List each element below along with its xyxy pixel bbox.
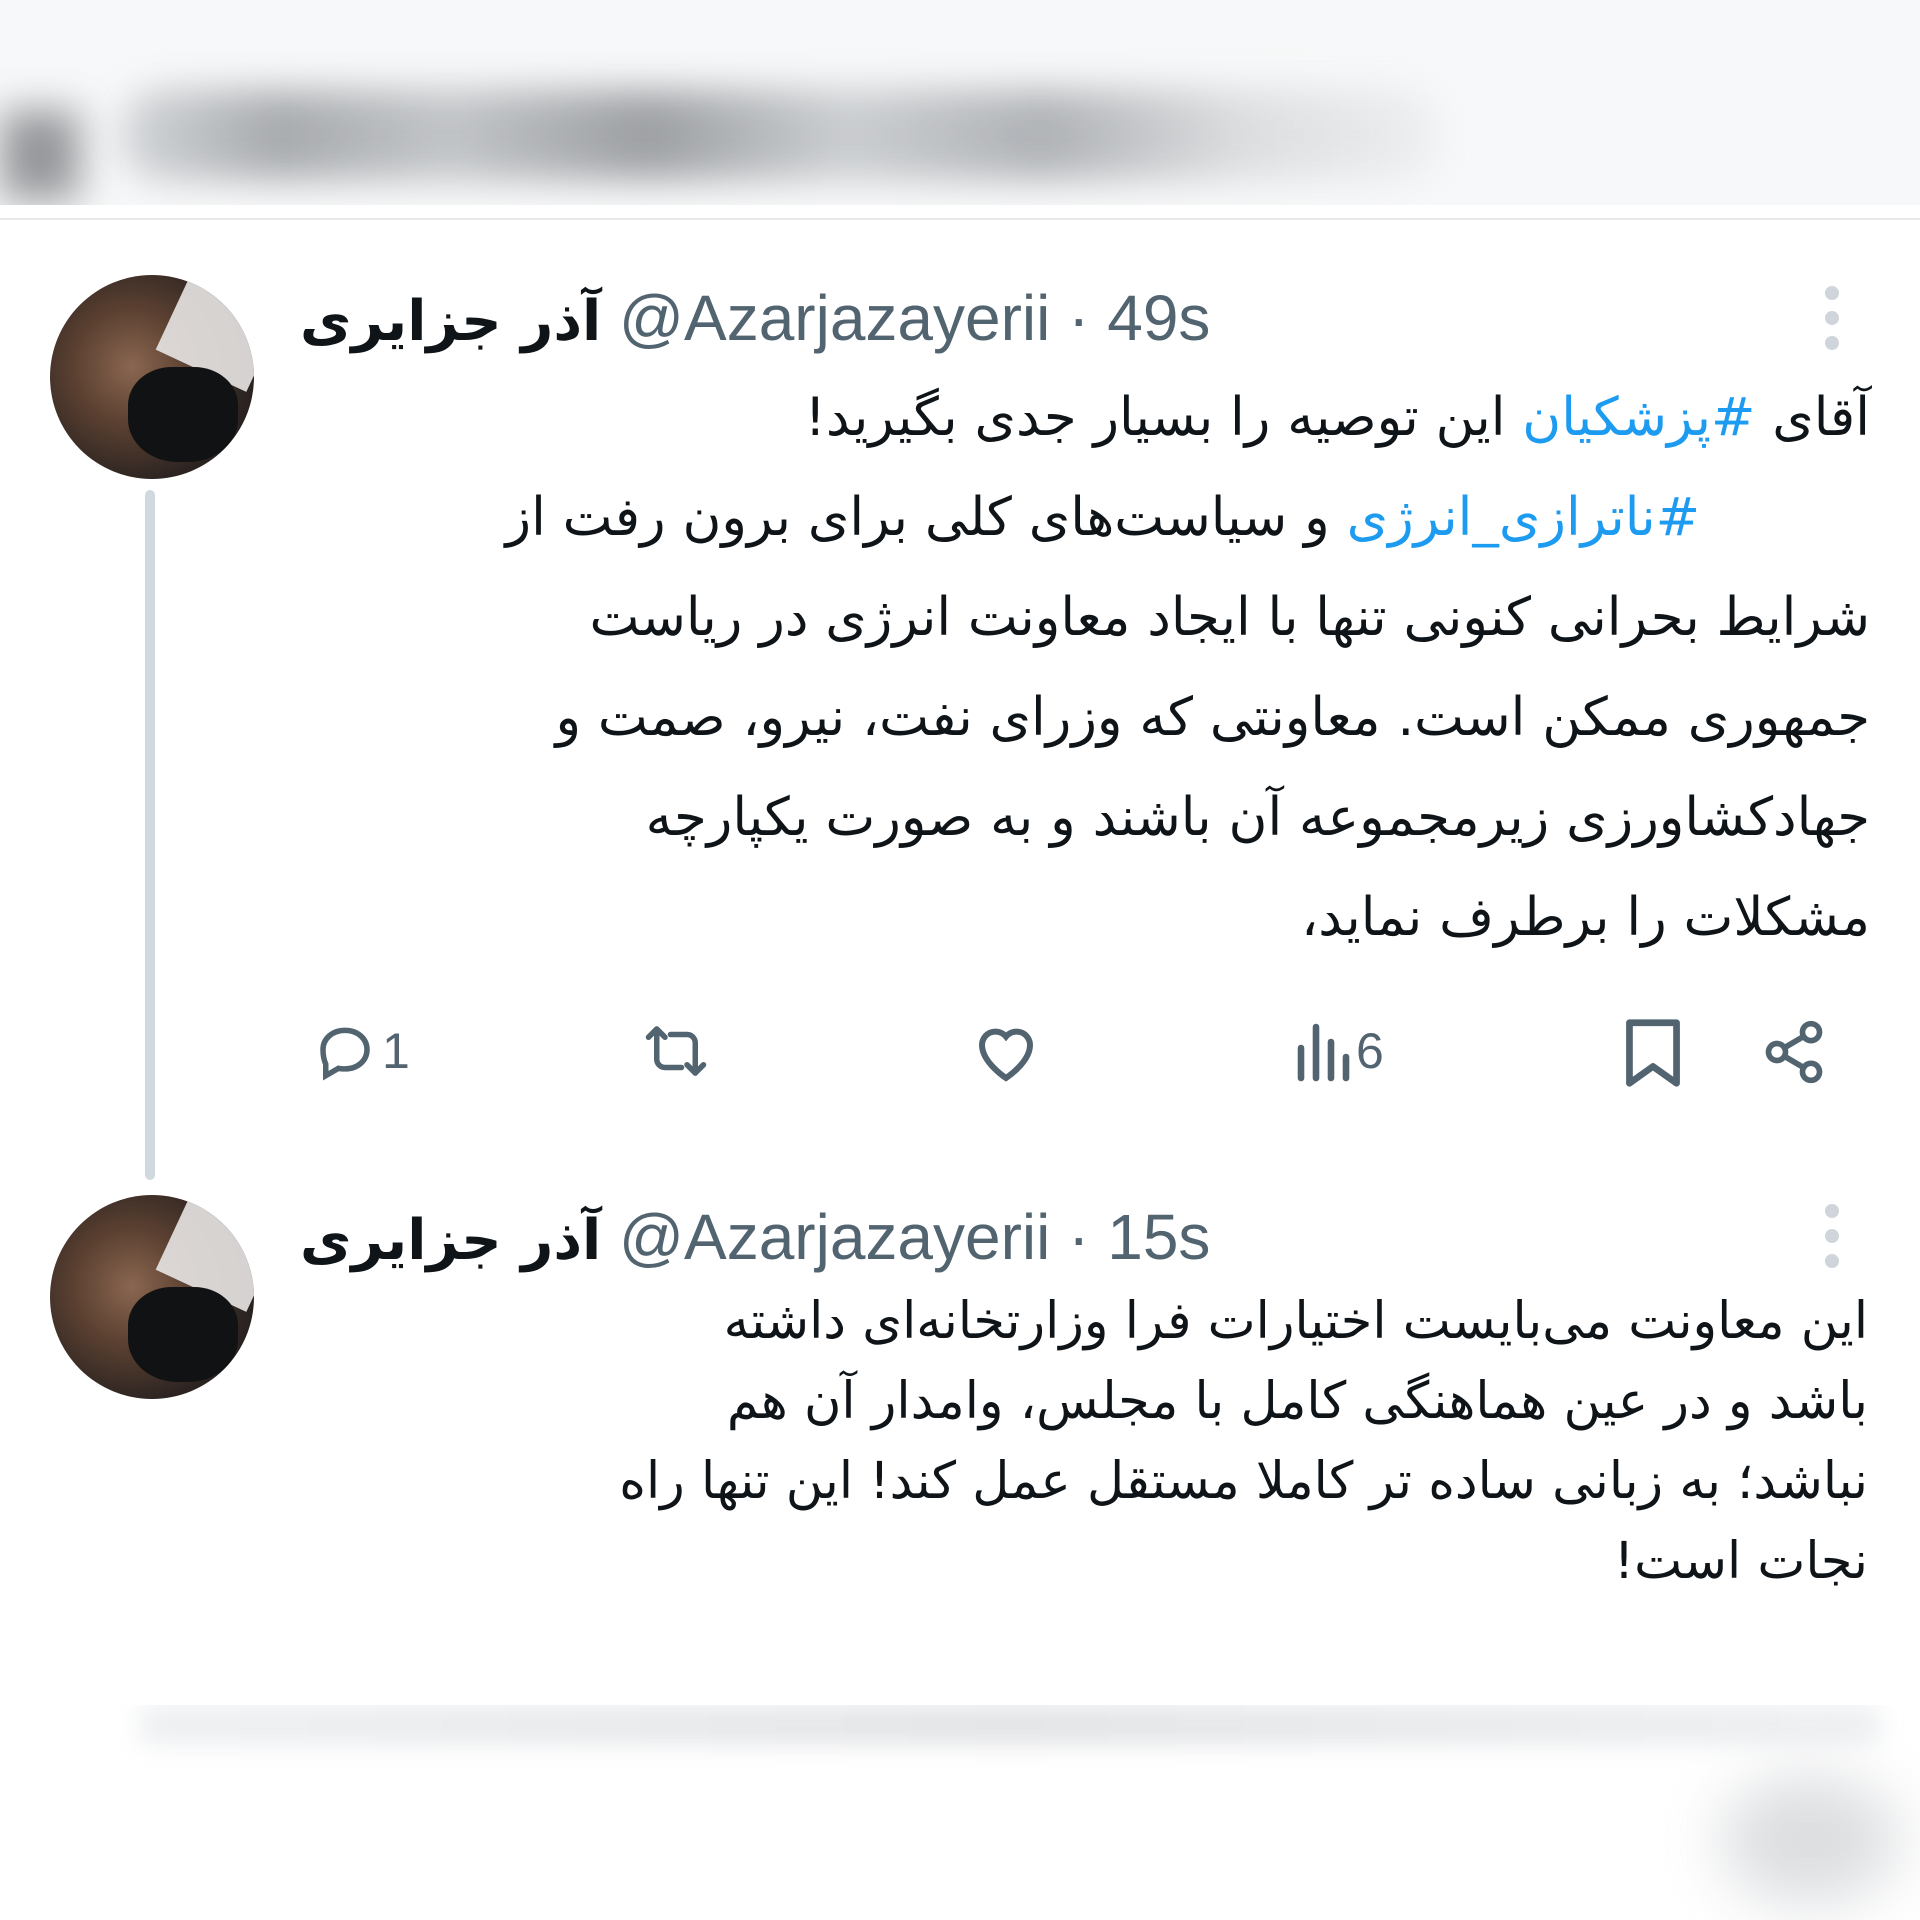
blurred-next-post [0,1705,1920,1920]
text-segment: و سیاست‌های کلی برای برون رفت از [505,487,1347,548]
share-icon [1765,1020,1823,1084]
views-icon [1297,1023,1350,1082]
separator-dot: · [1068,1201,1090,1273]
text-segment: نباشد؛ به زبانی ساده تر کاملا مستقل عمل … [619,1452,1868,1511]
text-line: نباشد؛ به زبانی ساده تر کاملا مستقل عمل … [619,1442,1868,1522]
text-segment: باشد و در عین هماهنگی کامل با مجلس، وامد… [726,1372,1868,1431]
text-segment: شرایط بحرانی کنونی تنها با ایجاد معاونت … [589,587,1870,648]
text-line: آقای #پزشکیان این توصیه را بسیار جدی بگی… [506,368,1870,468]
tweet-header: آذر جزایری @Azarjazayerii · 49s [300,278,1210,358]
timestamp[interactable]: 15s [1107,1201,1210,1273]
text-segment: جهادکشاورزی زیرمجموعه آن باشند و به صورت… [645,787,1870,848]
bookmark-button[interactable] [1622,1016,1684,1090]
user-handle[interactable]: @Azarjazayerii [619,282,1050,354]
text-line: شرایط بحرانی کنونی تنها با ایجاد معاونت … [506,568,1870,668]
text-line: جهادکشاورزی زیرمجموعه آن باشند و به صورت… [506,768,1870,868]
avatar[interactable] [50,275,254,479]
reply-icon [320,1027,370,1081]
text-line: نجات است! [619,1522,1868,1602]
retweet-button[interactable] [635,1018,717,1084]
tweet-text: آقای #پزشکیان این توصیه را بسیار جدی بگی… [506,368,1870,968]
retweet-icon [645,1026,707,1076]
text-segment: این توصیه را بسیار جدی بگیرید! [804,387,1523,448]
text-line: باشد و در عین هماهنگی کامل با مجلس، وامد… [619,1362,1868,1442]
views-button[interactable]: 6 [1292,1018,1384,1084]
divider [0,218,1920,220]
bookmark-icon [1626,1019,1680,1087]
text-line: مشکلات را برطرف نماید، [506,868,1870,968]
text-line: #ناترازی_انرژی و سیاست‌های کلی برای برون… [506,468,1700,568]
text-segment: این معاونت می‌بایست اختیارات فرا وزارتخا… [723,1292,1868,1351]
separator-dot: · [1068,282,1090,354]
hashtag-link[interactable]: #پزشکیان [1522,387,1755,448]
blurred-previous-post [0,0,1920,205]
text-segment: آقای [1755,387,1870,448]
display-name[interactable]: آذر جزایری [300,289,601,354]
reply-count: 1 [382,1023,410,1079]
text-segment: مشکلات را برطرف نماید، [1301,887,1870,948]
text-line: این معاونت می‌بایست اختیارات فرا وزارتخا… [619,1282,1868,1362]
share-button[interactable] [1760,1018,1828,1086]
avatar[interactable] [50,1195,254,1399]
text-line: جمهوری ممکن است. معاونتی که وزرای نفت، ن… [506,668,1870,768]
more-options-icon[interactable] [1822,286,1842,350]
tweet-header: آذر جزایری @Azarjazayerii · 15s [300,1197,1210,1277]
like-button[interactable] [970,1018,1042,1084]
user-handle[interactable]: @Azarjazayerii [619,1201,1050,1273]
tweet-text: این معاونت می‌بایست اختیارات فرا وزارتخا… [619,1282,1868,1602]
timestamp[interactable]: 49s [1107,282,1210,354]
views-count: 6 [1356,1023,1384,1079]
text-segment: نجات است! [1613,1532,1868,1591]
action-bar: 1 6 [0,1008,1920,1098]
heart-icon [978,1028,1034,1082]
more-options-icon[interactable] [1822,1204,1842,1268]
display-name[interactable]: آذر جزایری [300,1208,601,1273]
hashtag-link[interactable]: #ناترازی_انرژی [1347,487,1700,548]
text-segment: جمهوری ممکن است. معاونتی که وزرای نفت، ن… [555,687,1870,748]
reply-button[interactable]: 1 [310,1018,410,1084]
